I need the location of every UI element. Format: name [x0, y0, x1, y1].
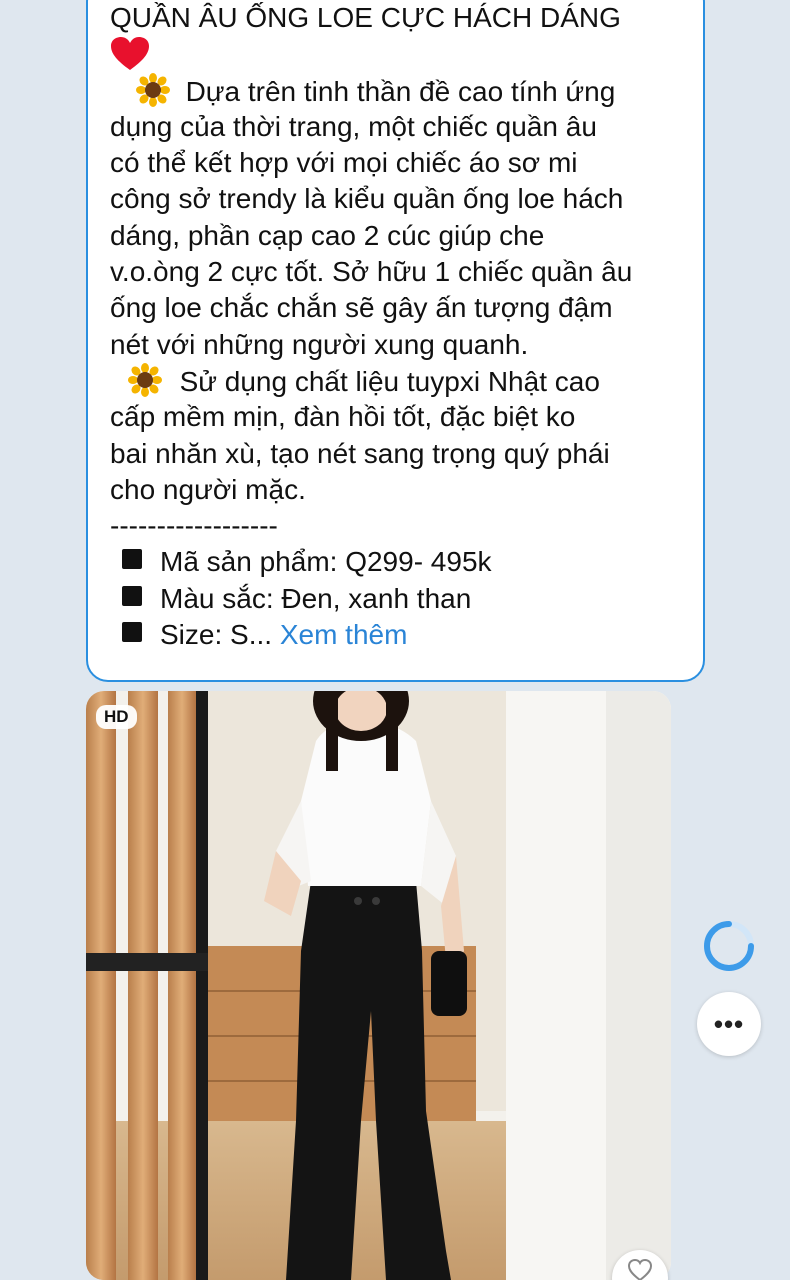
paragraph-text: cho người mặc. — [110, 473, 306, 505]
bullet-text: Size: S... — [160, 619, 273, 651]
paragraph1-line-1: Dựa trên tinh thần đề cao tính ứng — [110, 72, 690, 109]
paragraph-text: dụng của thời trang, một chiếc quần âu — [110, 110, 597, 142]
paragraph2-line-1: Sử dụng chất liệu tuypxi Nhật cao — [110, 362, 690, 399]
paragraph-text: bai nhăn xù, tạo nét sang trọng quý phái — [110, 437, 610, 469]
paragraph-text: nét với những người xung quanh. — [110, 328, 529, 360]
paragraph-text: cấp mềm mịn, đàn hồi tốt, đặc biệt ko — [110, 401, 576, 433]
black-square-icon — [122, 585, 142, 606]
paragraph-text: v.o.òng 2 cực tốt. Sở hữu 1 chiếc quần â… — [110, 256, 633, 288]
sunflower-icon — [135, 72, 170, 107]
bullet-item: Size: S... Xem thêm — [110, 617, 690, 653]
paragraph-text: Dựa trên tinh thần đề cao tính ứng — [185, 75, 616, 107]
react-button[interactable] — [612, 1250, 668, 1280]
more-options-button[interactable]: ••• — [697, 992, 761, 1056]
heart-outline-icon — [627, 1258, 653, 1280]
see-more-link[interactable]: Xem thêm — [280, 619, 408, 650]
more-dots-icon: ••• — [713, 1008, 745, 1039]
black-square-icon — [122, 622, 142, 643]
divider-text: ------------------ — [110, 510, 278, 542]
paragraph-text: dáng, phần cạp cao 2 cúc giúp che — [110, 219, 545, 251]
hd-badge: HD — [96, 705, 137, 729]
paragraph-text: Sử dụng chất liệu tuypxi Nhật cao — [179, 365, 600, 397]
bullet-text: Mã sản phẩm: Q299- 495k — [160, 546, 492, 578]
paragraph-text: ống loe chắc chắn sẽ gây ấn tượng đậm — [110, 292, 613, 324]
bullet-item: Màu sắc: Đen, xanh than — [110, 581, 690, 617]
black-square-icon — [122, 549, 142, 570]
loading-spinner-icon — [704, 921, 754, 971]
heart-icon — [111, 37, 149, 71]
paragraph-text: công sở trendy là kiểu quần ống loe hách — [110, 183, 624, 215]
paragraph-text: có thể kết hợp với mọi chiếc áo sơ mi — [110, 147, 578, 179]
bullet-item: Mã sản phẩm: Q299- 495k — [110, 544, 690, 580]
message-text: QUẦN ÂU ỐNG LOE CỰC HÁCH DÁNG Dựa trên t… — [110, 0, 690, 653]
message-title: QUẦN ÂU ỐNG LOE CỰC HÁCH DÁNG — [110, 2, 621, 33]
product-photo[interactable]: HD — [86, 691, 671, 1280]
product-photo-image — [86, 691, 671, 1280]
bullet-text: Màu sắc: Đen, xanh than — [160, 582, 472, 614]
sunflower-icon — [127, 362, 162, 397]
heart-line — [110, 36, 690, 72]
